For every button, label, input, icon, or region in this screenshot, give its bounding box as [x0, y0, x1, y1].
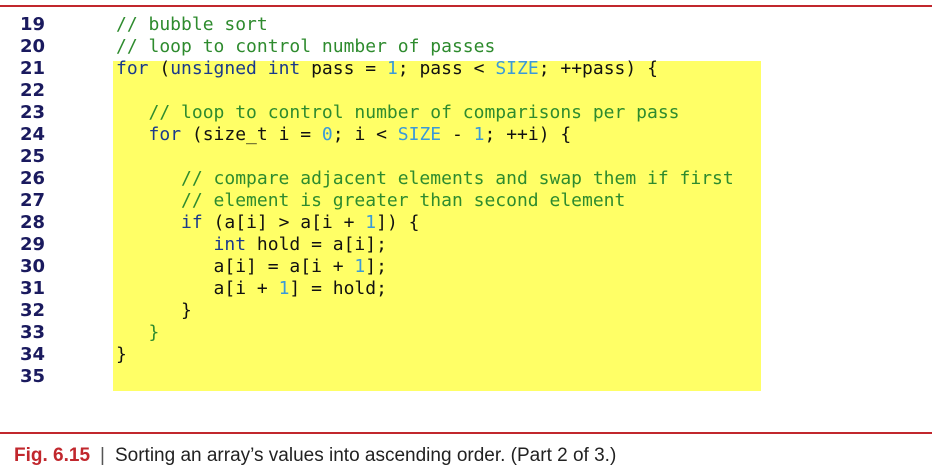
code-token: }: [116, 344, 127, 365]
line-number: 29: [20, 234, 46, 255]
code-token: ]) {: [376, 212, 420, 233]
caption-text: Sorting an array’s values into ascending…: [114, 445, 617, 466]
line-source: }: [116, 300, 192, 322]
line-number: 25: [20, 146, 46, 167]
line-number: 19: [20, 14, 46, 35]
line-number: 33: [20, 322, 46, 343]
code-token: -: [441, 124, 474, 145]
line-number: 26: [20, 168, 46, 189]
code-token: hold = a[i];: [246, 234, 387, 255]
bottom-rule: [0, 432, 932, 434]
code-token: (: [148, 58, 171, 79]
code-token: int: [213, 234, 247, 255]
code-token: // loop to control number of passes: [116, 36, 496, 57]
line-number: 28: [20, 212, 46, 233]
code-token: }: [116, 322, 160, 343]
line-number: 20: [20, 36, 46, 57]
line-number: 31: [20, 278, 46, 299]
code-token: if: [181, 212, 203, 233]
code-token: ] = hold;: [289, 278, 387, 299]
code-token: (size_t i =: [181, 124, 322, 145]
line-number: 34: [20, 344, 46, 365]
top-rule: [0, 5, 932, 7]
code-token: 1: [354, 256, 366, 277]
code-token: // element is greater than second elemen…: [116, 190, 626, 211]
code-token: // compare adjacent elements and swap th…: [116, 168, 734, 189]
line-source: // loop to control number of passes: [116, 36, 495, 58]
line-number: 23: [20, 102, 46, 123]
line-number: 27: [20, 190, 46, 211]
code-token: pass =: [300, 58, 387, 79]
line-source: // element is greater than second elemen…: [116, 190, 625, 212]
figure-label: Fig. 6.15: [14, 445, 91, 466]
code-token: ; pass <: [397, 58, 496, 79]
code-token: SIZE: [397, 124, 442, 145]
figure-caption: Fig. 6.15 | Sorting an array’s values into…: [14, 444, 616, 470]
code-token: // loop to control number of comparisons…: [116, 102, 680, 123]
code-token: unsigned int: [170, 58, 301, 79]
line-number: 35: [20, 366, 46, 387]
line-source: if (a[i] > a[i + 1]) {: [116, 212, 419, 234]
code-token: 1: [278, 278, 290, 299]
line-source: }: [116, 322, 160, 344]
code-token: ; ++i) {: [484, 124, 572, 145]
code-token: ; ++pass) {: [538, 58, 658, 79]
code-token: a[i +: [116, 278, 279, 299]
line-number: 32: [20, 300, 46, 321]
code-token: for: [148, 124, 182, 145]
line-source: for (size_t i = 0; i < SIZE - 1; ++i) {: [116, 124, 572, 146]
code-token: for: [116, 58, 149, 79]
line-number: 30: [20, 256, 46, 277]
code-token: a[i] = a[i +: [116, 256, 355, 277]
code-token: ];: [365, 256, 387, 277]
line-number: 24: [20, 124, 46, 145]
line-source: a[i + 1] = hold;: [116, 278, 387, 300]
line-number: 21: [20, 58, 46, 79]
code-token: 0: [321, 124, 333, 145]
code-token: ; i <: [332, 124, 398, 145]
code-token: 1: [473, 124, 485, 145]
caption-separator: |: [100, 445, 105, 466]
line-source: a[i] = a[i + 1];: [116, 256, 387, 278]
code-token: 1: [365, 212, 377, 233]
line-source: for (unsigned int pass = 1; pass < SIZE;…: [116, 58, 658, 80]
code-token: }: [116, 300, 192, 321]
code-token: SIZE: [495, 58, 539, 79]
line-source: // compare adjacent elements and swap th…: [116, 168, 734, 190]
line-source: int hold = a[i];: [116, 234, 387, 256]
line-source: }: [116, 344, 127, 366]
line-source: // loop to control number of comparisons…: [116, 102, 680, 124]
code-token: // bubble sort: [116, 14, 268, 35]
code-token: 1: [386, 58, 398, 79]
line-number: 22: [20, 80, 46, 101]
line-source: // bubble sort: [116, 14, 268, 36]
code-token: (a[i] > a[i +: [202, 212, 366, 233]
